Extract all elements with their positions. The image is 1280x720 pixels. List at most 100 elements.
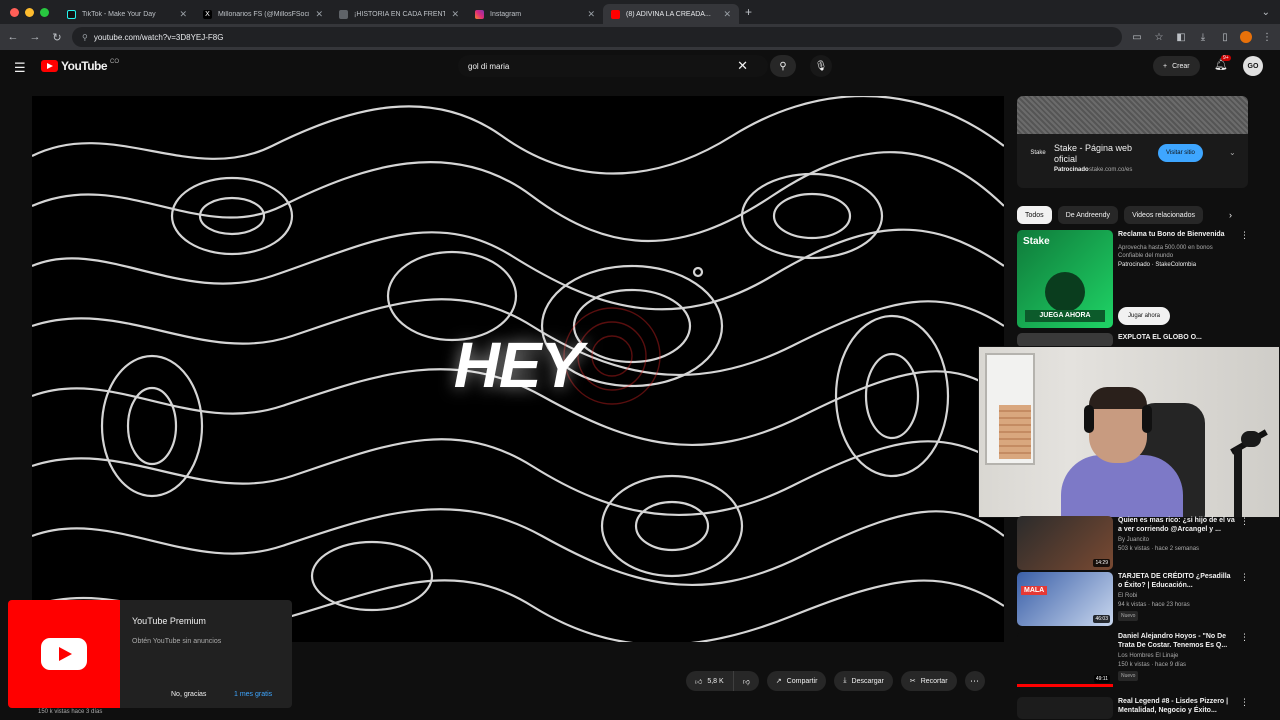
profile-avatar-icon[interactable] [1240,31,1252,43]
ad-thumb-cta: JUEGA AHORA [1025,310,1105,322]
video-duration: 14:29 [1093,559,1110,567]
search-icon: ⚲ [779,60,787,72]
close-tab-icon[interactable]: ✕ [723,9,731,20]
more-vertical-icon[interactable]: ⋮ [1240,632,1249,643]
create-label: Crear [1172,62,1190,70]
headset-icon [1084,405,1094,433]
chip-channel[interactable]: De Andreendy [1057,206,1119,224]
video-thumbnail[interactable]: 14:29 [1017,516,1113,570]
sponsored-ad-card[interactable]: Stake Stake - Página web oficial Patroci… [1017,96,1248,188]
video-thumbnail[interactable]: 49:11 [1017,632,1113,686]
browser-tab-4[interactable]: Instagram ✕ [467,4,603,24]
search-input[interactable] [468,61,738,71]
download-label: Descargar [851,677,884,685]
extensions-icon[interactable]: ◧ [1174,32,1188,43]
country-code: CO [110,59,120,65]
forward-icon[interactable]: → [28,31,42,43]
clip-button[interactable]: ✂ Recortar [900,671,957,691]
x-icon: X [203,9,212,19]
thumb-red-tag: MALA [1021,586,1048,595]
list-item[interactable]: EXPLOTA EL GLOBO O... [1017,333,1267,347]
browser-tab-2[interactable]: X Millonarios FS (@MillosFSoci... ✕ [195,4,331,24]
video-thumbnail[interactable] [1017,333,1113,347]
rec-sponsor: Patrocinado · StakeColombia [1118,262,1197,268]
youtube-logo[interactable]: YouTube CO [41,59,119,73]
notifications-button[interactable]: 🔔︎ 9+ [1214,55,1231,71]
zoom-window-button[interactable] [40,7,49,17]
video-thumbnail[interactable] [1017,697,1113,719]
close-window-button[interactable] [10,7,19,17]
back-icon[interactable]: ← [6,31,20,43]
ad-thumbnail[interactable]: Stake JUEGA AHORA [1017,230,1113,328]
create-button[interactable]: + Crear [1153,56,1200,76]
browser-menu-icon[interactable]: ⋮ [1260,32,1274,43]
share-arrow-icon: ↗ [775,678,782,685]
list-item[interactable]: 14:29 Quien es mas rico: ¿si hijo de el … [1017,516,1267,570]
browser-tab-1[interactable]: TikTok - Make Your Day ✕ [59,4,195,24]
ad-visit-site-button[interactable]: Visitar sitio [1158,144,1203,162]
video-player[interactable]: HEY [32,96,1004,642]
promo-dismiss-button[interactable]: No, gracias [171,691,206,698]
rec-title[interactable]: Daniel Alejandro Hoyos - "No De Trata De… [1118,632,1236,650]
rec-title[interactable]: Real Legend #8 - Lisdes Pizzero | Mental… [1118,697,1236,715]
promo-trial-button[interactable]: 1 mes gratis [234,691,272,698]
close-tab-icon[interactable]: ✕ [315,9,323,20]
site-info-icon[interactable]: ⚲ [82,33,88,42]
youtube-play-button-icon [41,638,87,670]
share-label: Compartir [786,677,818,685]
video-thumbnail[interactable]: MALA 46:03 [1017,572,1113,626]
download-button[interactable]: ⤓ Descargar [834,671,893,691]
youtube-wordmark: YouTube [61,59,108,73]
rec-title[interactable]: Reclama tu Bono de Bienvenida [1118,230,1236,239]
rec-title[interactable]: Quien es mas rico: ¿si hijo de el va a v… [1118,516,1236,534]
tab-search-icon[interactable]: ⌄ [1252,7,1280,18]
reload-icon[interactable]: ↻ [50,31,64,44]
menu-hamburger-icon[interactable]: ☰ [14,60,26,76]
list-item[interactable]: MALA 46:03 TARJETA DE CRÉDITO ¿Pesadilla… [1017,572,1267,626]
browser-tab-5-active[interactable]: (8) ADIVINA LA CREADA... ✕ [603,4,739,24]
search-button[interactable]: ⚲ [770,55,796,77]
account-avatar[interactable]: GO [1243,56,1263,76]
rec-title[interactable]: TARJETA DE CRÉDITO ¿Pesadilla o Éxito? |… [1118,572,1236,590]
rec-title[interactable]: EXPLOTA EL GLOBO O... [1118,333,1236,342]
close-tab-icon[interactable]: ✕ [587,9,595,20]
video-actions: 👍︎ 5,8 K 👎︎ ↗ Compartir ⤓ Descargar ✂ Re… [686,671,985,691]
side-panel-icon[interactable]: ▯ [1218,32,1232,43]
more-vertical-icon[interactable]: ⋮ [1240,516,1249,527]
youtube-promo-tile [8,600,120,708]
download-icon[interactable]: ⤓ [1196,32,1210,43]
like-dislike-group: 👍︎ 5,8 K 👎︎ [686,671,759,691]
minimize-window-button[interactable] [25,7,34,17]
more-vertical-icon[interactable]: ⋮ [1240,697,1249,708]
webcam-person-hair [1089,387,1147,409]
voice-search-button[interactable]: 🎙 [810,55,832,77]
address-bar[interactable]: ⚲ youtube.com/watch?v=3D8YEJ-F8G [72,27,1122,47]
chip-all[interactable]: Todos [1017,206,1052,224]
clear-search-icon[interactable]: ✕ [737,58,748,74]
chevron-down-icon[interactable]: ⌄ [1229,148,1236,157]
like-button[interactable]: 👍︎ 5,8 K [686,671,734,691]
chip-related[interactable]: Videos relacionados [1124,206,1203,224]
new-badge: Nuevo [1118,611,1139,621]
chevron-right-icon[interactable]: › [1229,210,1232,220]
more-actions-button[interactable]: ⋯ [964,671,985,691]
share-button[interactable]: ↗ Compartir [766,671,827,691]
new-tab-button[interactable]: + [739,5,758,19]
more-vertical-icon[interactable]: ⋮ [1240,572,1249,583]
cast-icon[interactable]: ▭ [1130,32,1144,43]
close-tab-icon[interactable]: ✕ [179,9,187,20]
more-vertical-icon[interactable]: ⋮ [1240,230,1249,241]
close-tab-icon[interactable]: ✕ [451,9,459,20]
ad-advertiser-logo: Stake [1030,150,1046,156]
list-item[interactable]: Real Legend #8 - Lisdes Pizzero | Mental… [1017,697,1267,719]
page-icon [339,9,348,19]
rec-channel: Los Hombres El Linaje [1118,653,1179,659]
ad-title[interactable]: Stake - Página web oficial [1054,143,1154,165]
ad-play-now-button[interactable]: Jugar ahora [1118,307,1171,325]
window-controls [0,7,59,17]
youtube-play-logo-icon [41,60,58,72]
list-item[interactable]: 49:11 Daniel Alejandro Hoyos - "No De Tr… [1017,632,1267,686]
browser-tab-3[interactable]: ¡HISTORIA EN CADA FRENTE! ✕ [331,4,467,24]
bookmark-star-icon[interactable]: ☆ [1152,32,1166,43]
dislike-button[interactable]: 👎︎ [733,671,759,691]
